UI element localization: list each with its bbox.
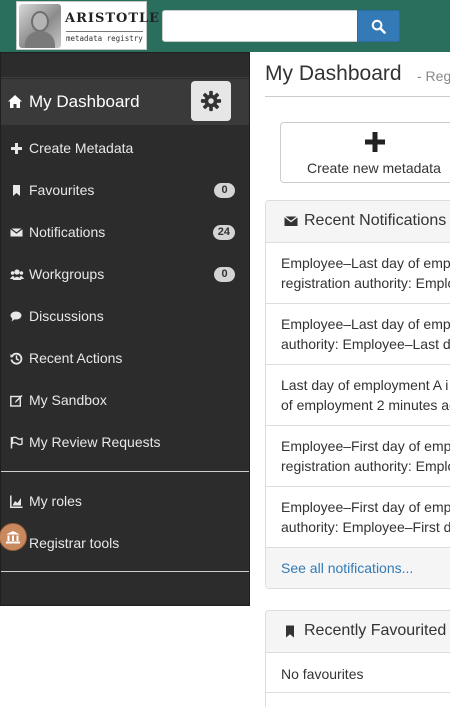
sidebar-header[interactable]: My Dashboard: [1, 79, 249, 125]
sidebar-item-my-review-requests[interactable]: My Review Requests: [1, 421, 249, 463]
notification-text-line: of employment 2 minutes ag: [281, 397, 450, 413]
workgroups-count-badge: 0: [214, 267, 235, 282]
no-favourites-text: No favourites: [281, 666, 364, 682]
sidebar-divider: [1, 571, 249, 572]
registrar-icon: [0, 523, 27, 551]
notification-text-line: Employee–First day of emp: [281, 499, 450, 515]
notification-item[interactable]: Employee–First day of emp registration a…: [266, 426, 450, 487]
notification-text-line: Employee–Last day of emp: [281, 316, 450, 332]
sidebar-divider: [1, 471, 249, 472]
recent-notifications-footer: See all notifications...: [266, 548, 450, 588]
notification-text-line: Employee–Last day of emp: [281, 255, 450, 271]
notifications-count-badge: 24: [212, 225, 235, 240]
sidebar-item-my-sandbox[interactable]: My Sandbox: [1, 379, 249, 421]
sidebar-item-label: Recent Actions: [29, 350, 123, 366]
sidebar-item-workgroups[interactable]: Workgroups 0: [1, 253, 249, 295]
sidebar: My Dashboard Create Metadata Favourites …: [0, 52, 250, 606]
gear-icon: [200, 90, 222, 112]
create-new-metadata-label: Create new metadata: [307, 160, 441, 176]
notification-text-line: registration authority: Emplo: [281, 458, 450, 474]
sidebar-item-recent-actions[interactable]: Recent Actions: [1, 337, 249, 379]
sidebar-item-my-roles[interactable]: My roles: [1, 480, 249, 522]
sidebar-item-label: Notifications: [29, 224, 106, 240]
page-title: My Dashboard: [265, 62, 402, 85]
edit-icon: [10, 395, 23, 407]
sidebar-item-create-metadata[interactable]: Create Metadata: [1, 127, 249, 169]
flag-icon: [10, 436, 23, 449]
sidebar-item-label: Create Metadata: [29, 140, 134, 156]
sidebar-top-strip: [1, 53, 249, 78]
sidebar-item-registrar-tools[interactable]: Registrar tools: [1, 522, 249, 564]
notification-text-line: Employee–First day of emp: [281, 438, 450, 454]
top-navbar: ARISTOTLE metadata registry: [0, 0, 450, 52]
sidebar-item-label: My Sandbox: [29, 392, 107, 408]
title-divider: [265, 96, 450, 97]
sidebar-item-label: Discussions: [29, 308, 104, 324]
settings-button[interactable]: [191, 81, 231, 121]
sidebar-item-label: My Review Requests: [29, 434, 161, 450]
recent-notifications-panel: Recent Notifications Employee–Last day o…: [265, 200, 450, 589]
notification-text-line: authority: Employee–First d: [281, 519, 450, 535]
recently-favourited-title: Recently Favourited: [304, 622, 447, 639]
notification-text-line: authority: Employee–Last d: [281, 336, 450, 352]
chart-icon: [10, 495, 23, 508]
plus-icon: [365, 132, 385, 152]
bookmark-icon: [286, 625, 294, 638]
notification-text-line: registration authority: Emplo: [281, 275, 450, 291]
home-icon: [8, 95, 22, 108]
create-new-metadata-button[interactable]: Create new metadata: [280, 122, 450, 183]
sidebar-item-label: Registrar tools: [29, 535, 120, 551]
favourites-count-badge: 0: [214, 183, 235, 198]
sidebar-item-label: My roles: [29, 493, 82, 509]
recent-notifications-header: Recent Notifications: [266, 201, 450, 243]
sidebar-item-discussions[interactable]: Discussions: [1, 295, 249, 337]
sidebar-item-notifications[interactable]: Notifications 24: [1, 211, 249, 253]
bookmark-icon: [13, 185, 20, 196]
sidebar-header-title: My Dashboard: [29, 92, 140, 111]
search-input[interactable]: [162, 10, 358, 42]
logo-subtitle: metadata registry: [66, 31, 143, 43]
recently-favourited-panel: Recently Favourited No favourites: [265, 610, 450, 707]
page-subtitle: - Reg: [417, 68, 450, 84]
notification-item[interactable]: Employee–First day of emp authority: Emp…: [266, 487, 450, 548]
users-icon: [10, 269, 24, 280]
favourites-empty-row: No favourites: [266, 653, 450, 693]
notification-text-line: Last day of employment A i: [281, 377, 449, 393]
logo-title: ARISTOTLE: [65, 11, 161, 26]
see-all-notifications-link[interactable]: See all notifications...: [281, 560, 413, 576]
history-icon: [10, 352, 23, 365]
sidebar-item-label: Favourites: [29, 182, 95, 198]
recent-notifications-title: Recent Notifications: [304, 212, 447, 229]
envelope-icon: [10, 228, 23, 237]
notification-item[interactable]: Employee–Last day of emp registration au…: [266, 243, 450, 304]
aristotle-logo[interactable]: ARISTOTLE metadata registry: [16, 1, 159, 50]
sidebar-item-label: Workgroups: [29, 266, 105, 282]
sidebar-item-favourites[interactable]: Favourites 0: [1, 169, 249, 211]
search-icon: [371, 19, 386, 34]
comments-icon: [10, 311, 22, 322]
recently-favourited-header: Recently Favourited: [266, 611, 450, 653]
aristotle-bust-icon: [19, 4, 61, 48]
plus-icon: [11, 143, 22, 154]
notification-item[interactable]: Employee–Last day of emp authority: Empl…: [266, 304, 450, 365]
search-button[interactable]: [357, 10, 400, 42]
envelope-icon: [284, 215, 298, 226]
notification-item[interactable]: Last day of employment A i of employment…: [266, 365, 450, 426]
